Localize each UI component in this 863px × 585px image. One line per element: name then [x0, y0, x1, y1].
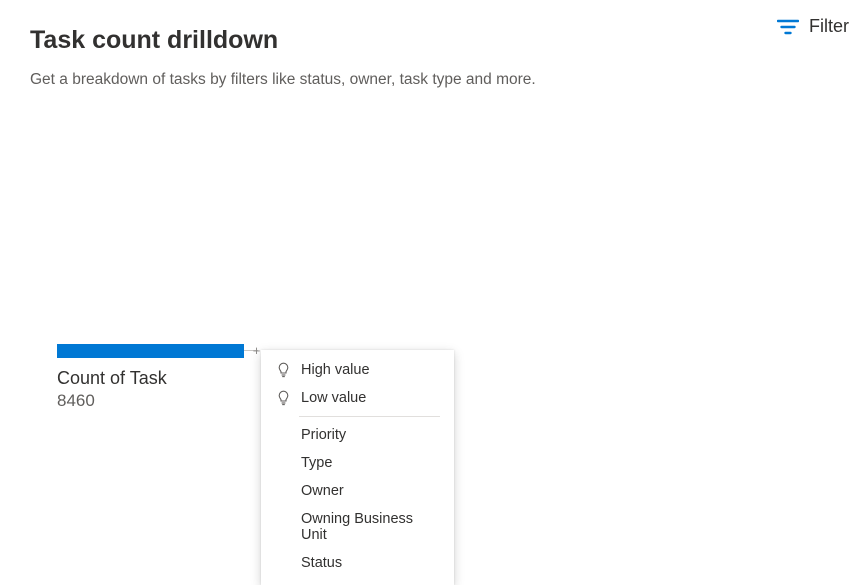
title-block: Task count drilldown Get a breakdown of …: [30, 12, 536, 89]
dropdown-item-label: Type: [301, 455, 332, 471]
dropdown-item-label: Low value: [301, 390, 366, 406]
metric-node[interactable]: Count of Task 8460: [57, 344, 244, 411]
dropdown-item-label: Priority: [301, 427, 346, 443]
header-row: Task count drilldown Get a breakdown of …: [0, 0, 863, 89]
lightbulb-icon: [275, 390, 291, 406]
dropdown-item-low-value[interactable]: Low value: [261, 384, 454, 412]
dropdown-item-status[interactable]: Status: [261, 549, 454, 577]
filter-button[interactable]: Filter: [773, 12, 855, 41]
dropdown-item-priority[interactable]: Priority: [261, 421, 454, 449]
dropdown-item-high-value[interactable]: High value: [261, 356, 454, 384]
metric-bar: [57, 344, 244, 358]
dropdown-item-label: High value: [301, 362, 370, 378]
metric-value: 8460: [57, 391, 244, 411]
page-subtitle: Get a breakdown of tasks by filters like…: [30, 71, 536, 89]
dropdown-separator: [299, 416, 440, 417]
metric-label: Count of Task: [57, 368, 244, 389]
page-title: Task count drilldown: [30, 26, 536, 55]
dropdown-item-type[interactable]: Type: [261, 449, 454, 477]
dropdown-item-owner[interactable]: Owner: [261, 477, 454, 505]
drilldown-dropdown: High value Low value Priority Type Owner…: [261, 350, 454, 585]
dropdown-item-owning-business-unit[interactable]: Owning Business Unit: [261, 505, 454, 549]
filter-icon: [777, 18, 799, 36]
dropdown-item-label: Owning Business Unit: [301, 511, 438, 543]
lightbulb-icon: [275, 362, 291, 378]
dropdown-item-label: Owner: [301, 483, 344, 499]
dropdown-item-label: Status: [301, 555, 342, 571]
filter-label: Filter: [809, 16, 849, 37]
